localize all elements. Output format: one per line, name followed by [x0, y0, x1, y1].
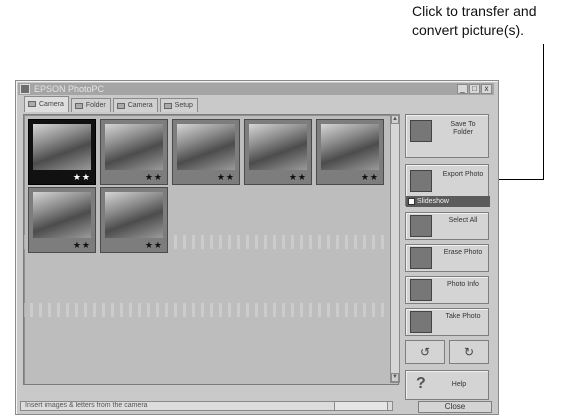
- photo-thumbnail[interactable]: ★★: [172, 119, 240, 185]
- button-label: Export Photo: [442, 171, 484, 178]
- photo-info-icon: [410, 279, 432, 301]
- callout-vertical-line: [543, 44, 544, 180]
- filmstrip-divider: [24, 303, 398, 317]
- button-label: Take Photo: [445, 313, 481, 320]
- export-photo-icon: [410, 170, 432, 192]
- button-label: Select All: [448, 217, 478, 224]
- transfer-progress-bar: [334, 401, 388, 411]
- thumbnail-grid[interactable]: ★★ ★★ ★★ ★★ ★★ ★★ ★★: [23, 114, 399, 385]
- close-button[interactable]: Close: [418, 401, 492, 413]
- photo-image: [33, 192, 91, 238]
- folder-icon: [74, 103, 83, 109]
- tab-folder[interactable]: Folder: [70, 98, 111, 112]
- take-photo-icon: [410, 311, 432, 333]
- tab-label: Camera: [127, 102, 153, 109]
- camera-icon: [28, 101, 36, 107]
- button-label: Photo Info: [447, 281, 479, 288]
- photo-thumbnail[interactable]: ★★: [28, 119, 96, 185]
- photo-thumbnail[interactable]: ★★: [100, 187, 168, 253]
- window-title: EPSON PhotoPC: [34, 84, 105, 94]
- rating-stars: ★★: [360, 172, 379, 182]
- action-panel: Save To Folder Export Photo Slideshow Se…: [405, 114, 491, 407]
- rotate-buttons: ↺ ↻: [405, 340, 489, 364]
- save-to-folder-button[interactable]: Save To Folder: [405, 114, 489, 158]
- button-label: Save To Folder: [450, 121, 476, 136]
- take-photo-button[interactable]: Take Photo: [405, 308, 489, 336]
- tab-bar: Camera Folder Camera Setup: [24, 96, 200, 112]
- rating-stars: ★★: [288, 172, 307, 182]
- photo-thumbnail[interactable]: ★★: [100, 119, 168, 185]
- vertical-scrollbar[interactable]: ▲ ▼: [390, 114, 400, 383]
- photo-image: [321, 124, 379, 170]
- camera-icon: [116, 103, 125, 109]
- window-controls: _ □ x: [457, 84, 492, 94]
- scroll-up-arrow-icon[interactable]: ▲: [391, 115, 399, 124]
- select-all-button[interactable]: Select All: [405, 212, 489, 240]
- close-window-button[interactable]: x: [481, 84, 492, 94]
- tab-camera-2[interactable]: Camera: [112, 98, 158, 112]
- maximize-button[interactable]: □: [469, 84, 480, 94]
- title-bar[interactable]: EPSON PhotoPC _ □ x: [18, 83, 494, 95]
- photo-thumbnail[interactable]: ★★: [244, 119, 312, 185]
- tab-setup[interactable]: Setup: [159, 98, 198, 112]
- tab-label: Setup: [174, 102, 193, 109]
- save-to-folder-icon: [410, 120, 432, 142]
- erase-photo-icon: [410, 247, 432, 269]
- photo-thumbnail[interactable]: ★★: [28, 187, 96, 253]
- photo-image: [177, 124, 235, 170]
- photo-image: [105, 192, 163, 238]
- callout-text: Click to transfer and convert picture(s)…: [412, 3, 537, 38]
- minimize-button[interactable]: _: [457, 84, 468, 94]
- photo-image: [105, 124, 163, 170]
- button-label: Erase Photo: [443, 249, 483, 256]
- photo-image: [249, 124, 307, 170]
- rotate-left-button[interactable]: ↺: [405, 340, 445, 364]
- rotate-right-button[interactable]: ↻: [449, 340, 489, 364]
- help-button[interactable]: ? Help: [405, 370, 489, 400]
- tab-label: Folder: [85, 102, 106, 109]
- export-option-strip[interactable]: Slideshow: [406, 196, 490, 207]
- photo-thumbnail[interactable]: ★★: [316, 119, 384, 185]
- setup-icon: [163, 103, 172, 109]
- rating-stars: ★★: [72, 172, 91, 182]
- app-window: EPSON PhotoPC _ □ x Camera Folder Camera…: [15, 80, 499, 415]
- export-option-checkbox[interactable]: [408, 198, 415, 205]
- photo-info-button[interactable]: Photo Info: [405, 276, 489, 304]
- rating-stars: ★★: [144, 240, 163, 250]
- select-all-icon: [410, 215, 432, 237]
- callout-horizontal-line: [497, 179, 544, 180]
- tab-label: Camera: [39, 101, 64, 108]
- help-icon: ?: [416, 375, 426, 392]
- erase-photo-button[interactable]: Erase Photo: [405, 244, 489, 272]
- button-label: Help: [451, 381, 467, 388]
- scroll-down-arrow-icon[interactable]: ▼: [391, 373, 399, 382]
- export-photo-button[interactable]: Export Photo Slideshow: [405, 164, 490, 207]
- tab-camera[interactable]: Camera: [24, 96, 69, 112]
- photo-image: [33, 124, 91, 170]
- rating-stars: ★★: [216, 172, 235, 182]
- app-icon: [20, 84, 30, 94]
- rating-stars: ★★: [144, 172, 163, 182]
- rating-stars: ★★: [72, 240, 91, 250]
